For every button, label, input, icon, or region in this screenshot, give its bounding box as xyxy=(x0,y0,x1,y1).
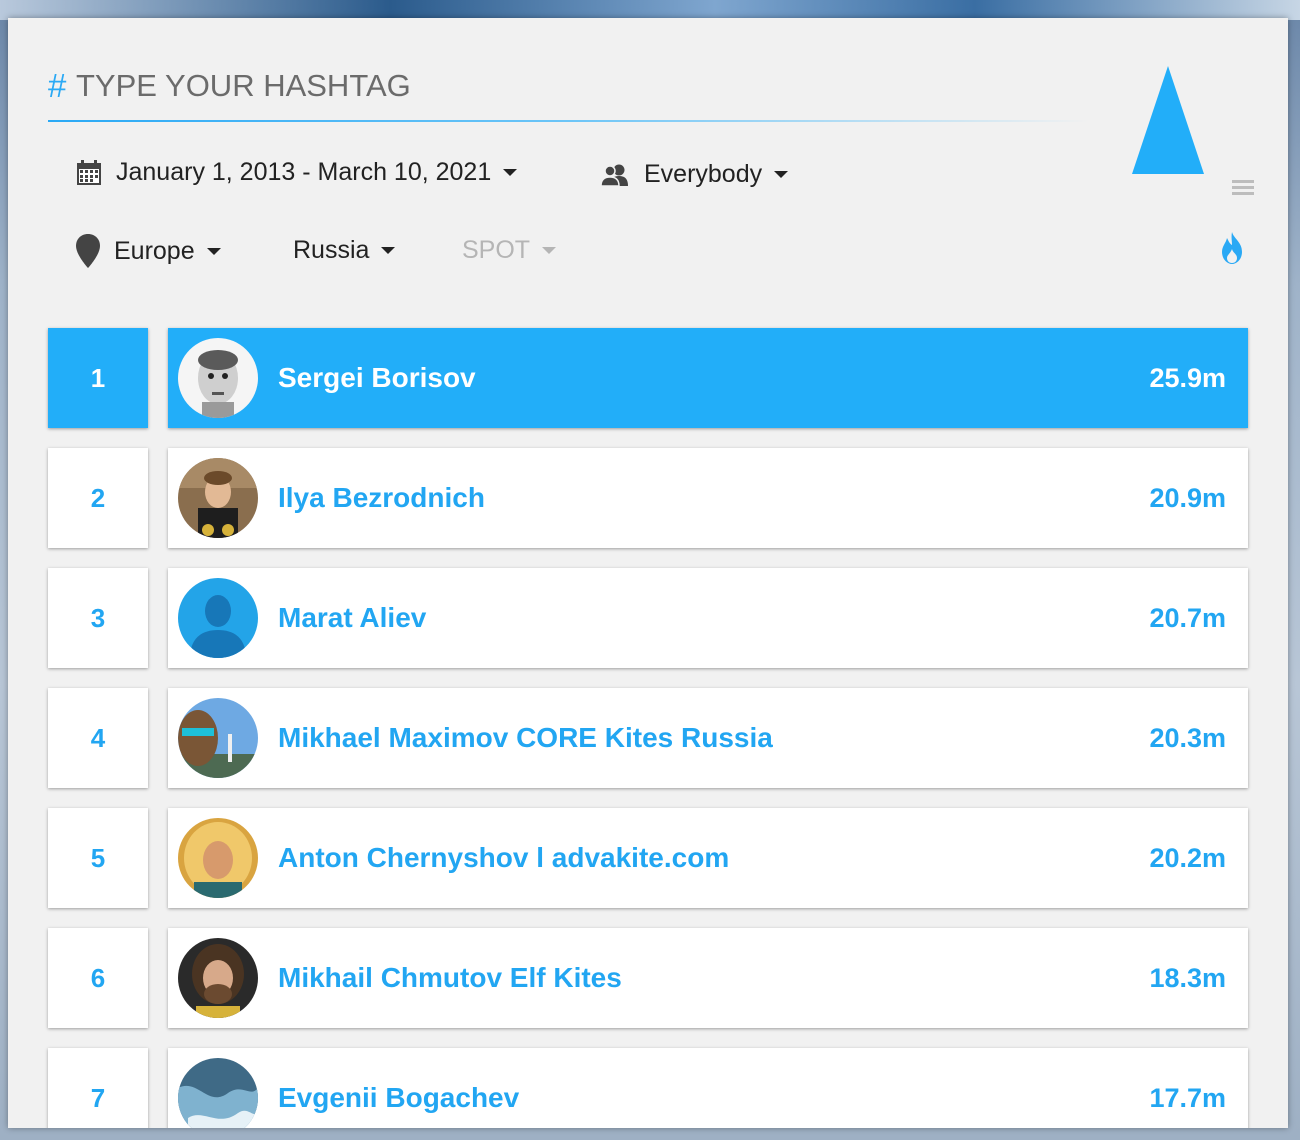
hash-icon: # xyxy=(48,67,67,104)
avatar xyxy=(178,938,258,1018)
leaderboard-row: 7 Evgenii Bogachev 17.7m xyxy=(48,1048,1248,1128)
audience-label: Everybody xyxy=(644,160,763,188)
country-label: Russia xyxy=(293,236,370,264)
region-label: Europe xyxy=(114,236,195,265)
hamburger-line xyxy=(1232,186,1254,189)
athlete-name[interactable]: Mikhail Chmutov Elf Kites xyxy=(278,928,622,1028)
jump-height: 25.9m xyxy=(1149,363,1226,393)
athlete-card[interactable]: Sergei Borisov 25.9m xyxy=(168,328,1248,428)
athlete-card[interactable]: Mikhail Chmutov Elf Kites 18.3m xyxy=(168,928,1248,1028)
athlete-name[interactable]: Marat Aliev xyxy=(278,568,426,668)
audience-dropdown[interactable]: Everybody xyxy=(600,160,789,189)
jump-height: 18.3m xyxy=(1149,963,1226,993)
fire-button[interactable] xyxy=(1218,232,1246,264)
jump-height: 20.9m xyxy=(1149,483,1226,513)
jump-height: 20.2m xyxy=(1149,843,1226,873)
jump-height: 20.7m xyxy=(1149,603,1226,633)
avatar xyxy=(178,578,258,658)
country-dropdown[interactable]: Russia xyxy=(293,236,396,265)
avatar xyxy=(178,698,258,778)
chevron-down-icon xyxy=(542,247,557,254)
date-range-dropdown[interactable]: January 1, 2013 - March 10, 2021 xyxy=(76,158,518,187)
chevron-down-icon xyxy=(774,171,789,178)
background xyxy=(0,0,1300,20)
hashtag-search: # xyxy=(48,66,1088,124)
leaderboard-row: 3 Marat Aliev 20.7m xyxy=(48,568,1248,668)
leaderboard-row: 2 Ilya Bezrodnich 20.9m xyxy=(48,448,1248,548)
leaderboard-row: 5 Anton Chernyshov l advakite.com 20.2m xyxy=(48,808,1248,908)
hashtag-input[interactable] xyxy=(76,66,976,106)
avatar xyxy=(178,1058,258,1128)
avatar xyxy=(178,818,258,898)
rank-badge: 4 xyxy=(48,688,148,788)
rank-badge: 6 xyxy=(48,928,148,1028)
chevron-down-icon xyxy=(206,247,221,255)
spot-label: SPOT xyxy=(462,236,531,264)
athlete-name[interactable]: Sergei Borisov xyxy=(278,328,476,428)
date-range-label: January 1, 2013 - March 10, 2021 xyxy=(116,158,492,186)
triangle-logo-button[interactable] xyxy=(1132,66,1204,176)
athlete-name[interactable]: Mikhael Maximov CORE Kites Russia xyxy=(278,688,773,788)
map-pin-icon xyxy=(76,234,100,268)
chevron-down-icon xyxy=(503,169,518,176)
fire-icon xyxy=(1222,232,1242,264)
jump-height: 17.7m xyxy=(1149,1083,1226,1113)
region-dropdown[interactable]: Europe xyxy=(76,234,221,268)
leaderboard-row: 6 Mikhail Chmutov Elf Kites 18.3m xyxy=(48,928,1248,1028)
athlete-name[interactable]: Ilya Bezrodnich xyxy=(278,448,485,548)
avatar xyxy=(178,458,258,538)
menu-button[interactable] xyxy=(1232,180,1254,198)
spot-dropdown[interactable]: SPOT xyxy=(462,236,557,265)
athlete-card[interactable]: Marat Aliev 20.7m xyxy=(168,568,1248,668)
athlete-name[interactable]: Evgenii Bogachev xyxy=(278,1048,519,1128)
triangle-logo-icon xyxy=(1132,66,1204,174)
athlete-card[interactable]: Ilya Bezrodnich 20.9m xyxy=(168,448,1248,548)
athlete-name[interactable]: Anton Chernyshov l advakite.com xyxy=(278,808,729,908)
athlete-card[interactable]: Mikhael Maximov CORE Kites Russia 20.3m xyxy=(168,688,1248,788)
rank-badge: 1 xyxy=(48,328,148,428)
rank-badge: 5 xyxy=(48,808,148,908)
leaderboard-row: 4 Mikhael Maximov CORE Kites Russia 20.3… xyxy=(48,688,1248,788)
rank-badge: 2 xyxy=(48,448,148,548)
avatar xyxy=(178,338,258,418)
rank-badge: 7 xyxy=(48,1048,148,1128)
default-user-icon xyxy=(178,578,258,658)
leaderboard-row: 1 Sergei Borisov 25.9m xyxy=(48,328,1248,428)
leaderboard-panel: # January 1, 2013 - March 10, 2021 Every… xyxy=(8,18,1288,1128)
athlete-card[interactable]: Anton Chernyshov l advakite.com 20.2m xyxy=(168,808,1248,908)
calendar-icon xyxy=(77,159,101,185)
chevron-down-icon xyxy=(381,247,396,254)
jump-height: 20.3m xyxy=(1149,723,1226,753)
rank-badge: 3 xyxy=(48,568,148,668)
athlete-card[interactable]: Evgenii Bogachev 17.7m xyxy=(168,1048,1248,1128)
hamburger-line xyxy=(1232,192,1254,195)
hamburger-menu-icon xyxy=(1232,180,1254,183)
users-icon xyxy=(600,164,628,187)
